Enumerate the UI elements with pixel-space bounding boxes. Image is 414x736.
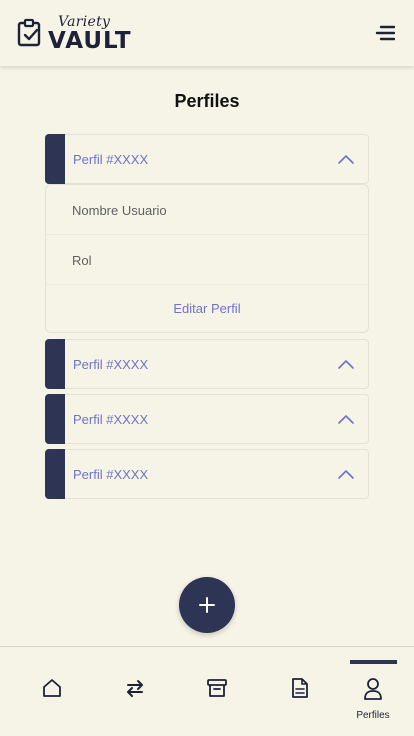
profile-label: Perfil #XXXX xyxy=(73,152,149,167)
role-row: Rol xyxy=(46,235,368,285)
nav-item-home[interactable] xyxy=(11,647,93,736)
home-icon xyxy=(43,679,61,697)
menu-icon xyxy=(375,25,396,41)
profile-detail-panel: Nombre Usuario Rol Editar Perfil xyxy=(45,184,369,333)
role-text: Rol xyxy=(72,253,92,268)
profile-label: Perfil #XXXX xyxy=(73,357,149,372)
nav-item-transfers[interactable] xyxy=(94,647,176,736)
profile-card[interactable]: Perfil #XXXX xyxy=(45,339,369,389)
archive-icon xyxy=(207,679,227,697)
edit-profile-link[interactable]: Editar Perfil xyxy=(46,301,368,316)
app-logo[interactable]: Variety VAULT xyxy=(16,14,136,56)
nav-item-archive[interactable] xyxy=(176,647,258,736)
document-icon xyxy=(292,678,308,698)
username-text: Nombre Usuario xyxy=(72,203,167,218)
card-accent-strip xyxy=(45,449,65,499)
nav-item-documents[interactable] xyxy=(259,647,341,736)
profile-card[interactable]: Perfil #XXXX xyxy=(45,449,369,499)
profile-card[interactable]: Perfil #XXXX xyxy=(45,134,369,184)
chevron-up-icon[interactable] xyxy=(337,413,355,425)
profile-label: Perfil #XXXX xyxy=(73,412,149,427)
card-accent-strip xyxy=(45,394,65,444)
chevron-up-icon[interactable] xyxy=(337,153,355,165)
menu-button[interactable] xyxy=(375,24,396,42)
active-indicator xyxy=(350,660,397,664)
chevron-up-icon[interactable] xyxy=(337,468,355,480)
bottom-nav: Perfiles xyxy=(0,646,414,736)
clipboard-check-icon xyxy=(17,18,41,47)
plus-icon xyxy=(199,597,215,613)
card-accent-strip xyxy=(45,134,65,184)
logo-text-vault: VAULT xyxy=(48,28,132,54)
username-row: Nombre Usuario xyxy=(46,185,368,235)
app-header: Variety VAULT xyxy=(0,0,414,66)
nav-label-profiles: Perfiles xyxy=(356,710,390,721)
profile-card[interactable]: Perfil #XXXX xyxy=(45,394,369,444)
profile-label: Perfil #XXXX xyxy=(73,467,149,482)
add-profile-button[interactable] xyxy=(179,577,235,633)
chevron-up-icon[interactable] xyxy=(337,358,355,370)
user-icon xyxy=(364,678,382,700)
page-title: Perfiles xyxy=(174,91,240,111)
nav-item-profiles[interactable]: Perfiles xyxy=(340,647,414,736)
card-accent-strip xyxy=(45,339,65,389)
transfer-icon xyxy=(127,680,143,697)
